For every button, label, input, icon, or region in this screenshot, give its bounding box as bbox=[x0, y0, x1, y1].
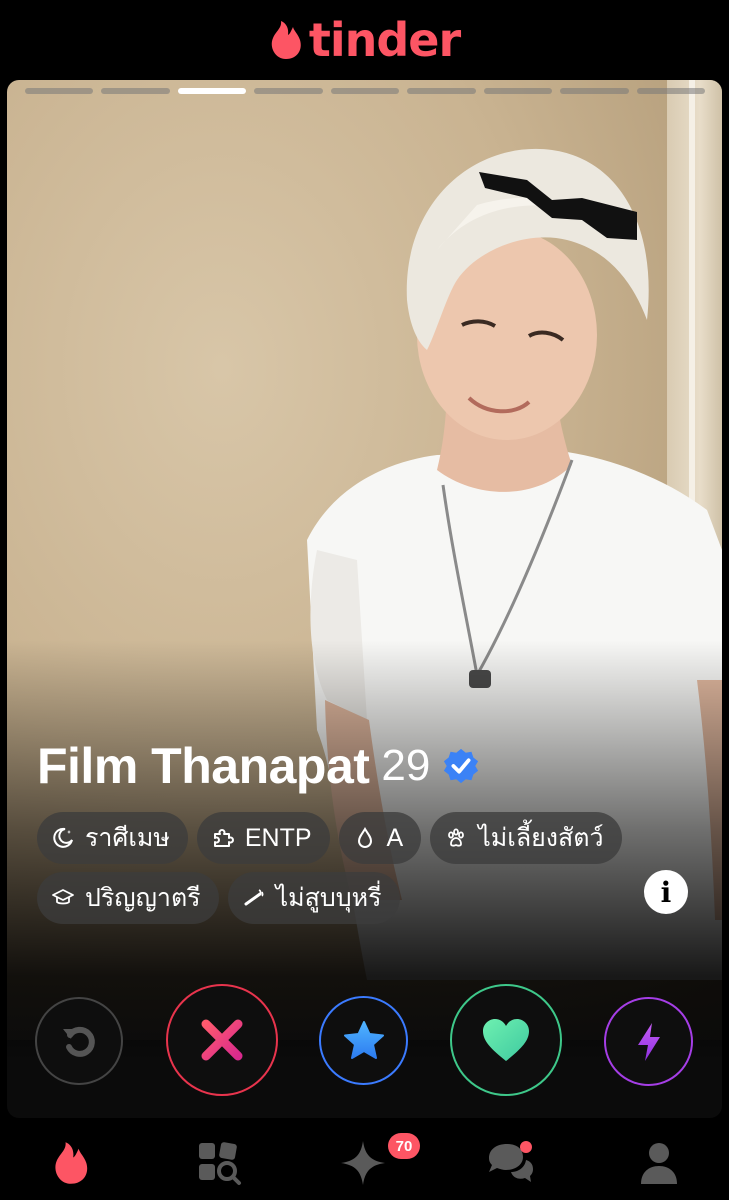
smoking-icon bbox=[242, 886, 266, 910]
super-like-button[interactable] bbox=[319, 996, 408, 1085]
chip-pets: ไม่เลี้ยงสัตว์ bbox=[430, 812, 622, 864]
photo-progress-segment[interactable] bbox=[25, 88, 94, 94]
bottom-tab-bar bbox=[0, 1120, 729, 1200]
nope-button[interactable] bbox=[166, 984, 278, 1096]
explore-grid-icon bbox=[199, 1142, 241, 1185]
like-button[interactable] bbox=[450, 984, 562, 1096]
photo-progress-segment[interactable] bbox=[560, 88, 629, 94]
chip-label: ไม่สูบบุหรี่ bbox=[275, 884, 382, 912]
rewind-button[interactable] bbox=[35, 997, 123, 1085]
paw-icon bbox=[444, 826, 468, 850]
chip-label: ปริญญาตรี bbox=[85, 884, 201, 912]
profile-chips: ราศีเมษ ENTP A ไม่เลี้ยงสัตว์ ปริญญาตรี … bbox=[37, 812, 637, 924]
chip-label: ENTP bbox=[244, 823, 312, 852]
chip-label: ไม่เลี้ยงสัตว์ bbox=[478, 824, 604, 852]
tab-profile[interactable] bbox=[634, 1138, 684, 1188]
chip-zodiac: ราศีเมษ bbox=[37, 812, 188, 864]
photo-progress-bar bbox=[25, 88, 705, 94]
rewind-icon bbox=[63, 1026, 95, 1057]
action-buttons bbox=[7, 984, 722, 1096]
tab-gold-home[interactable] bbox=[338, 1138, 388, 1188]
chip-label: ราศีเมษ bbox=[85, 824, 170, 852]
profile-name: Film Thanapat bbox=[37, 738, 370, 794]
graduation-cap-icon bbox=[51, 886, 75, 910]
profile-info-button[interactable]: i bbox=[644, 870, 688, 914]
star-icon bbox=[343, 1020, 384, 1059]
chip-blood-type: A bbox=[338, 812, 422, 864]
chip-personality: ENTP bbox=[196, 812, 330, 864]
verified-badge-icon[interactable] bbox=[442, 747, 480, 785]
likes-count-badge: 70 bbox=[388, 1133, 420, 1159]
photo-progress-segment[interactable] bbox=[101, 88, 170, 94]
photo-progress-segment[interactable] bbox=[636, 88, 705, 94]
logo-text: tinder bbox=[308, 13, 461, 67]
flame-icon bbox=[271, 21, 301, 59]
profile-card[interactable]: Film Thanapat 29 ราศีเมษ ENTP A ไม่เลี้ย… bbox=[7, 80, 722, 1118]
photo-progress-segment[interactable] bbox=[254, 88, 323, 94]
heart-icon bbox=[483, 1019, 529, 1061]
name-row: Film Thanapat 29 bbox=[37, 736, 697, 796]
profile-age: 29 bbox=[381, 741, 431, 790]
boost-button[interactable] bbox=[604, 997, 693, 1086]
close-icon bbox=[201, 1019, 243, 1061]
puzzle-icon bbox=[211, 826, 235, 850]
drop-icon bbox=[353, 826, 377, 850]
tinder-logo: tinder bbox=[269, 13, 461, 67]
moon-star-icon bbox=[51, 826, 75, 850]
photo-progress-segment[interactable] bbox=[483, 88, 553, 94]
person-icon bbox=[641, 1143, 677, 1184]
info-icon: i bbox=[660, 875, 672, 909]
chip-education: ปริญญาตรี bbox=[37, 872, 219, 924]
tab-swipe[interactable] bbox=[46, 1138, 96, 1188]
tab-explore[interactable] bbox=[194, 1138, 244, 1188]
photo-progress-segment[interactable] bbox=[407, 88, 476, 94]
flame-icon bbox=[55, 1142, 88, 1184]
app-header: tinder bbox=[0, 0, 729, 80]
lightning-icon bbox=[637, 1022, 660, 1061]
new-message-dot bbox=[520, 1141, 532, 1153]
sparkle-icon bbox=[341, 1141, 385, 1185]
photo-progress-segment-active[interactable] bbox=[177, 88, 247, 94]
chip-smoking: ไม่สูบบุหรี่ bbox=[227, 872, 400, 924]
profile-info: Film Thanapat 29 ราศีเมษ ENTP A ไม่เลี้ย… bbox=[37, 736, 697, 924]
photo-progress-segment[interactable] bbox=[330, 88, 400, 94]
chip-label: A bbox=[386, 823, 404, 852]
